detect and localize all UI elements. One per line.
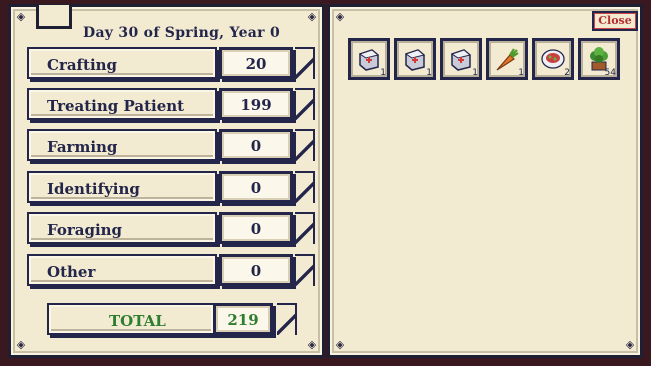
corner-ornament-icon: ◈ xyxy=(307,338,317,351)
category-row-other: Other 0 xyxy=(27,254,323,288)
carrot-icon xyxy=(496,48,519,71)
total-label-plate: TOTAL xyxy=(47,303,215,335)
item-count: 1 xyxy=(380,68,386,78)
medkit-icon xyxy=(450,49,472,71)
category-label: Identifying xyxy=(47,180,140,198)
row-bracket xyxy=(277,303,297,335)
item-slot[interactable]: 1 xyxy=(486,38,528,80)
item-count: 1 xyxy=(518,68,524,78)
category-value-box: 199 xyxy=(219,88,293,120)
category-value-box: 0 xyxy=(219,212,293,244)
total-row: TOTAL 219 xyxy=(27,303,323,337)
item-count: 54 xyxy=(604,68,616,78)
category-value: 0 xyxy=(250,220,262,238)
category-label-plate: Other xyxy=(27,254,217,286)
total-value-box: 219 xyxy=(213,303,273,335)
item-count: 1 xyxy=(426,68,432,78)
corner-ornament-icon: ◈ xyxy=(16,10,26,23)
category-value-box: 0 xyxy=(219,254,293,286)
earnings-page: ◈ ◈ ◈ ◈ Day 30 of Spring, Year 0 Craftin… xyxy=(8,4,325,358)
category-label-plate: Treating Patient xyxy=(27,88,217,120)
row-bracket xyxy=(295,47,315,79)
corner-ornament-icon: ◈ xyxy=(307,10,317,23)
category-value-box: 20 xyxy=(219,47,293,79)
category-value-box: 0 xyxy=(219,129,293,161)
date-header: Day 30 of Spring, Year 0 xyxy=(83,25,281,41)
item-slot[interactable]: 1 xyxy=(440,38,482,80)
category-row-identifying: Identifying 0 xyxy=(27,171,323,205)
category-row-farming: Farming 0 xyxy=(27,129,323,163)
category-label: Foraging xyxy=(47,221,123,239)
bookmark-tab xyxy=(36,5,72,29)
category-label: Other xyxy=(47,263,96,281)
category-value-box: 0 xyxy=(219,171,293,203)
category-value: 0 xyxy=(250,179,262,197)
item-slot[interactable]: 2 xyxy=(532,38,574,80)
category-value: 20 xyxy=(245,55,267,73)
close-button[interactable]: Close xyxy=(592,11,638,31)
category-row-crafting: Crafting 20 xyxy=(27,47,323,81)
category-label: Crafting xyxy=(47,56,118,74)
category-label-plate: Foraging xyxy=(27,212,217,244)
category-value: 199 xyxy=(240,96,272,114)
corner-ornament-icon: ◈ xyxy=(335,10,345,23)
medkit-icon xyxy=(358,49,380,71)
item-slot[interactable]: 54 xyxy=(578,38,620,80)
category-label-plate: Identifying xyxy=(27,171,217,203)
item-slot[interactable]: 1 xyxy=(348,38,390,80)
journal-frame: ◈ ◈ ◈ ◈ Day 30 of Spring, Year 0 Craftin… xyxy=(0,0,651,366)
row-bracket xyxy=(295,88,315,120)
items-page: ◈ ◈ ◈ Close 1 1 1 1 2 54 xyxy=(327,4,643,358)
row-bracket xyxy=(295,254,315,286)
category-label: Treating Patient xyxy=(47,97,185,115)
total-value: 219 xyxy=(227,311,259,329)
category-label-plate: Crafting xyxy=(27,47,217,79)
row-bracket xyxy=(295,129,315,161)
row-bracket xyxy=(295,212,315,244)
category-value: 0 xyxy=(250,137,262,155)
category-label: Farming xyxy=(47,138,118,156)
medkit-icon xyxy=(404,49,426,71)
category-value: 0 xyxy=(250,262,262,280)
row-bracket xyxy=(295,171,315,203)
category-row-treating-patient: Treating Patient 199 xyxy=(27,88,323,122)
corner-ornament-icon: ◈ xyxy=(16,338,26,351)
salad-bowl-icon xyxy=(541,49,565,69)
corner-ornament-icon: ◈ xyxy=(625,338,635,351)
item-count: 1 xyxy=(472,68,478,78)
item-count: 2 xyxy=(564,68,570,78)
category-row-foraging: Foraging 0 xyxy=(27,212,323,246)
total-label: TOTAL xyxy=(109,312,166,330)
item-slot[interactable]: 1 xyxy=(394,38,436,80)
category-label-plate: Farming xyxy=(27,129,217,161)
corner-ornament-icon: ◈ xyxy=(335,338,345,351)
